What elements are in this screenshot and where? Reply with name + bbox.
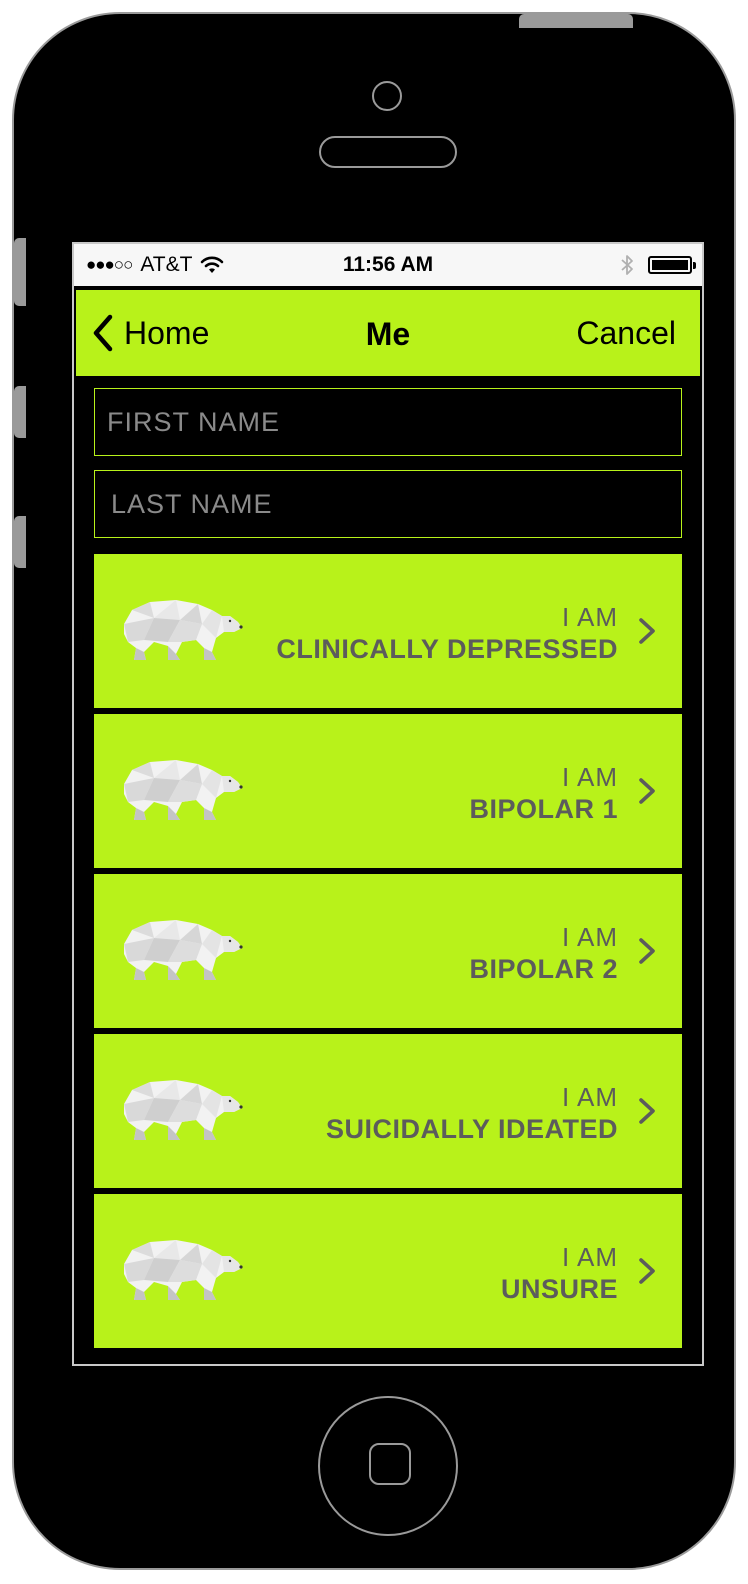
chevron-right-icon [639,938,655,964]
last-name-field[interactable] [94,470,682,538]
option-text: I AM BIPOLAR 2 [469,922,618,986]
power-button [519,14,633,28]
option-text: I AM CLINICALLY DEPRESSED [276,602,618,666]
chevron-right-icon [639,1098,655,1124]
back-button[interactable]: Home [92,290,209,376]
earpiece-speaker [319,136,457,168]
option-label: CLINICALLY DEPRESSED [276,634,618,664]
polar-bear-icon [124,1240,243,1300]
chevron-right-icon [639,618,655,644]
option-text: I AM UNSURE [501,1242,618,1306]
option-label: BIPOLAR 1 [469,794,618,824]
diagnosis-option[interactable]: I AM SUICIDALLY IDEATED [94,1034,682,1188]
volume-down-button [14,516,26,568]
screen: ●●●○○ AT&T 11:56 AM Home Me Cancel FIRST… [72,242,704,1366]
option-label: BIPOLAR 2 [469,954,618,984]
bluetooth-icon [621,255,633,275]
option-prefix: I AM [561,602,618,632]
mute-switch [14,238,26,306]
polar-bear-icon [124,760,243,820]
option-text: I AM SUICIDALLY IDEATED [326,1082,618,1146]
diagnosis-option[interactable]: I AM BIPOLAR 1 [94,714,682,868]
option-prefix: I AM [561,1242,618,1272]
diagnosis-option[interactable]: I AM UNSURE [94,1194,682,1348]
option-prefix: I AM [561,922,618,952]
first-name-field[interactable] [94,388,682,456]
home-button[interactable] [318,1396,458,1536]
battery-icon [648,256,696,274]
back-label: Home [124,314,210,351]
front-camera [372,81,402,111]
volume-up-button [14,386,26,438]
diagnosis-option[interactable]: I AM CLINICALLY DEPRESSED [94,554,682,708]
chevron-right-icon [639,778,655,804]
status-right [620,244,696,286]
polar-bear-icon [124,920,243,980]
navigation-bar: Home Me Cancel [76,290,700,376]
option-prefix: I AM [561,762,618,792]
status-time: 11:56 AM [342,253,434,276]
chevron-left-icon [93,314,113,352]
home-button-square [369,1443,411,1485]
option-label: UNSURE [500,1274,618,1304]
chevron-right-icon [639,1258,655,1284]
cancel-button[interactable]: Cancel [576,290,676,376]
option-label: SUICIDALLY IDEATED [325,1114,618,1144]
diagnosis-option[interactable]: I AM BIPOLAR 2 [94,874,682,1028]
status-bar: ●●●○○ AT&T 11:56 AM [74,244,702,286]
polar-bear-icon [124,600,243,660]
phone-frame: ●●●○○ AT&T 11:56 AM Home Me Cancel FIRST… [12,12,736,1570]
option-text: I AM BIPOLAR 1 [469,762,618,826]
polar-bear-icon [124,1080,243,1140]
option-prefix: I AM [561,1082,618,1112]
